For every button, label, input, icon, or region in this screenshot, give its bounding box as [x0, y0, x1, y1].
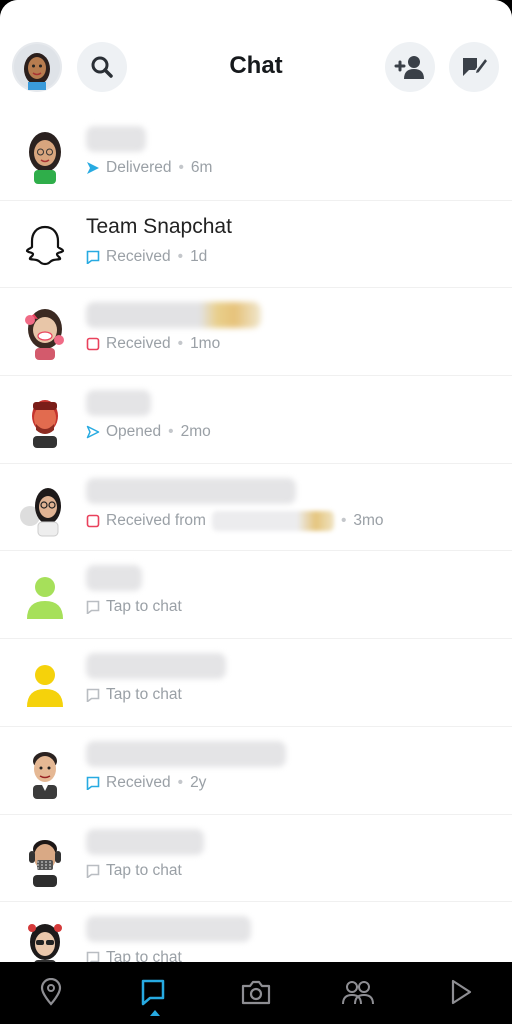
status-text: Received [106, 247, 171, 265]
chat-tab[interactable] [133, 972, 173, 1012]
ghost-icon [25, 225, 65, 265]
chat-bubble-icon [86, 951, 100, 962]
camera-tab[interactable] [236, 972, 276, 1012]
chat-icon [141, 979, 165, 1006]
contact-name [86, 565, 142, 592]
status-text: Tap to chat [106, 949, 182, 962]
chat-row[interactable]: Tap to chat [0, 813, 512, 902]
delivered-arrow-icon [87, 162, 99, 174]
discover-tab[interactable] [441, 972, 481, 1012]
chat-list: Delivered • 6m Team Snapchat Received • … [0, 112, 512, 962]
default-avatar-icon [27, 665, 63, 708]
status-time: 3mo [353, 511, 384, 529]
chat-row[interactable]: Received • 2y [0, 725, 512, 814]
chat-status: Tap to chat [86, 862, 182, 880]
bitmoji-avatar-icon [33, 751, 57, 799]
contact-name [86, 740, 286, 767]
chat-status: Delivered • 6m [86, 159, 212, 177]
map-tab[interactable] [31, 972, 71, 1012]
chat-row[interactable]: Team Snapchat Received • 1d [0, 199, 512, 288]
chat-row[interactable]: Delivered • 6m [0, 112, 512, 200]
map-icon [40, 978, 62, 1006]
contact-name [86, 653, 226, 680]
chat-screen: Chat Delivered • 6m Team Snapchat Receiv… [0, 0, 512, 962]
active-tab-indicator [150, 1010, 160, 1016]
chat-bubble-icon [86, 864, 100, 878]
bitmoji-avatar-icon [28, 924, 62, 962]
default-avatar-icon [27, 577, 63, 620]
new-chat-button[interactable] [449, 42, 499, 92]
chat-bubble-icon [86, 688, 100, 703]
status-text: Received from [106, 511, 206, 529]
chat-bubble-icon [86, 601, 100, 615]
chat-status: Tap to chat [86, 598, 182, 616]
redacted-sender [211, 510, 334, 531]
status-time: 2y [190, 773, 207, 791]
chat-row[interactable]: Received • 1mo [0, 287, 512, 375]
status-time: 1d [190, 247, 208, 265]
separator-dot: • [340, 511, 347, 529]
separator-dot: • [177, 335, 184, 353]
separator-dot: • [178, 159, 184, 176]
status-text: Tap to chat [106, 686, 182, 704]
status-text: Received [106, 335, 171, 353]
status-text: Delivered [106, 159, 172, 176]
add-friend-icon [394, 56, 424, 79]
status-time: 2mo [180, 423, 211, 441]
status-text: Tap to chat [106, 861, 182, 879]
chat-row[interactable]: Received from • 3mo [0, 462, 512, 551]
contact-name [86, 477, 296, 504]
chat-status: Received • 2y [86, 774, 206, 792]
chat-row[interactable]: Opened • 2mo [0, 375, 512, 463]
status-text: Opened [106, 423, 162, 441]
snap-square-icon [86, 514, 100, 528]
status-time: 6m [190, 159, 213, 176]
header: Chat [0, 0, 512, 112]
add-friend-button[interactable] [385, 42, 435, 92]
separator-dot: • [177, 247, 184, 265]
chat-status: Tap to chat [86, 949, 182, 962]
snap-square-icon [86, 338, 100, 351]
bitmoji-avatar-icon [25, 309, 64, 361]
separator-dot: • [177, 773, 184, 791]
camera-icon [241, 980, 271, 1005]
bitmoji-avatar-icon [29, 839, 61, 887]
chat-row[interactable]: Tap to chat [0, 550, 512, 638]
chat-row[interactable]: Tap to chat [0, 638, 512, 726]
status-text: Received [106, 773, 171, 791]
separator-dot: • [168, 423, 174, 441]
opened-arrow-icon [86, 425, 100, 439]
group-avatar-icon [20, 487, 61, 537]
status-time: 1mo [190, 335, 221, 353]
chat-status: Received • 1d [86, 248, 207, 266]
contact-name: Team Snapchat [86, 214, 232, 238]
bitmoji-avatar-icon [29, 132, 61, 184]
bottom-nav [0, 962, 512, 1024]
contact-name [86, 390, 151, 417]
status-text: Tap to chat [106, 598, 182, 616]
chat-bubble-icon [86, 776, 100, 790]
discover-icon [451, 979, 472, 1005]
bitmoji-avatar-icon [32, 400, 58, 449]
friends-tab[interactable] [338, 972, 378, 1012]
chat-status: Opened • 2mo [86, 423, 211, 441]
contact-name [86, 126, 146, 152]
chat-status: Received • 1mo [86, 335, 220, 353]
chat-status: Received from • 3mo [86, 510, 384, 531]
new-chat-icon [463, 56, 488, 76]
contact-name [86, 828, 204, 855]
friends-icon [342, 981, 374, 1005]
contact-name [86, 916, 251, 943]
chat-row[interactable]: Tap to chat [0, 901, 512, 962]
page-title: Chat [229, 52, 283, 79]
chat-status: Tap to chat [86, 686, 182, 704]
contact-name [86, 302, 261, 329]
chat-bubble-icon [86, 250, 100, 264]
